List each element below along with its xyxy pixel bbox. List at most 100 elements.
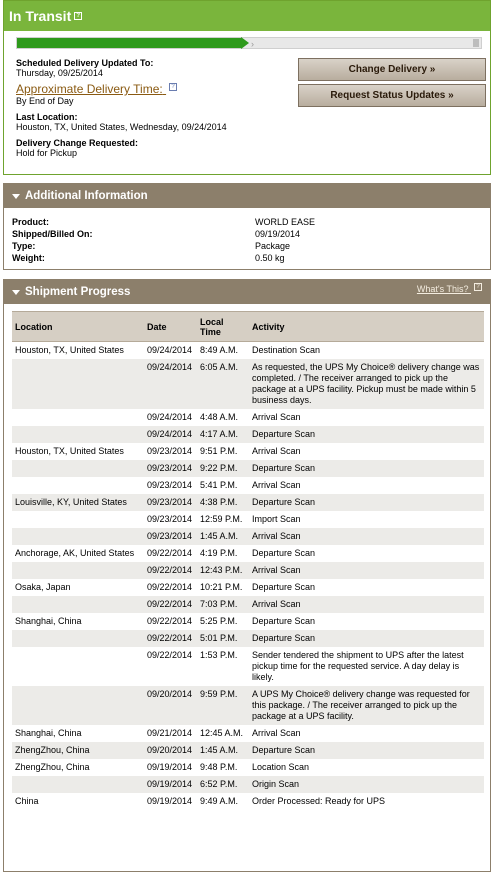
last-location-value: Houston, TX, United States, Wednesday, 0… xyxy=(16,122,227,132)
approximate-delivery-link[interactable]: Approximate Delivery Time: ? xyxy=(16,82,286,96)
local-time-cell: 4:38 P.M. xyxy=(197,494,249,511)
location-cell xyxy=(12,511,144,528)
location-cell xyxy=(12,528,144,545)
location-cell xyxy=(12,562,144,579)
local-time-cell: 8:49 A.M. xyxy=(200,345,239,355)
location-cell: Osaka, Japan xyxy=(15,582,71,592)
delivery-change-value: Hold for Pickup xyxy=(16,148,78,158)
activity-cell: Arrival Scan xyxy=(252,480,301,490)
activity-cell: Departure Scan xyxy=(252,548,316,558)
table-row: China 09/19/2014 9:49 A.M. Order Processed:… xyxy=(12,793,484,810)
table-row: 09/19/2014 6:52 P.M. Origin Scan xyxy=(12,776,484,793)
shipment-progress-rows: Houston, TX, United States 09/24/2014 8:49… xyxy=(12,342,484,811)
column-header-local-time: Local Time xyxy=(197,311,249,342)
location-cell xyxy=(12,409,144,426)
request-status-updates-button[interactable]: Request Status Updates » xyxy=(298,84,486,107)
info-icon[interactable]: ? xyxy=(169,83,178,91)
table-row: 09/20/2014 9:59 P.M. A UPS My Choice® deli… xyxy=(12,686,484,725)
location-cell: Houston, TX, United States xyxy=(15,446,124,456)
location-cell: Shanghai, China xyxy=(15,616,82,626)
table-row: Anchorage, AK, United States 09/22/2014 4:… xyxy=(12,545,484,562)
activity-cell: Arrival Scan xyxy=(252,412,301,422)
in-transit-panel: In Transit ? › Scheduled Delivery Update… xyxy=(3,0,491,175)
location-cell xyxy=(12,630,144,647)
date-cell: 09/19/2014 xyxy=(147,796,193,806)
additional-info-value: 0.50 kg xyxy=(255,253,285,263)
activity-cell: Departure Scan xyxy=(249,630,484,647)
last-location-label: Last Location: xyxy=(16,112,78,122)
activity-cell: Arrival Scan xyxy=(252,728,301,738)
date-cell: 09/19/2014 xyxy=(147,762,193,772)
info-icon[interactable]: ? xyxy=(474,283,482,291)
additional-info-row: Type: Package xyxy=(4,240,490,252)
table-row: Houston, TX, United States 09/23/2014 9:51… xyxy=(12,443,484,460)
scheduled-delivery-value: Thursday, 09/25/2014 xyxy=(16,68,103,78)
date-cell: 09/21/2014 xyxy=(147,728,193,738)
date-cell: 09/22/2014 xyxy=(147,548,193,558)
local-time-cell: 9:59 P.M. xyxy=(197,686,249,725)
table-row: 09/23/2014 12:59 P.M. Import Scan xyxy=(12,511,484,528)
local-time-cell: 12:45 A.M. xyxy=(200,728,244,738)
date-cell: 09/20/2014 xyxy=(144,686,197,725)
approximate-delivery-label[interactable]: Approximate Delivery Time: xyxy=(16,82,163,96)
additional-info-value: Package xyxy=(255,241,291,251)
location-cell: Shanghai, China xyxy=(15,728,82,738)
local-time-cell: 6:05 A.M. xyxy=(197,359,249,409)
approximate-delivery-value: By End of Day xyxy=(16,96,74,106)
date-cell: 09/19/2014 xyxy=(144,776,197,793)
table-row: Shanghai, China 09/22/2014 5:25 P.M. Depart… xyxy=(12,613,484,630)
local-time-cell: 7:03 P.M. xyxy=(197,596,249,613)
info-icon[interactable]: ? xyxy=(74,12,83,20)
date-cell: 09/23/2014 xyxy=(147,446,193,456)
additional-info-key: Product: xyxy=(12,217,49,227)
local-time-cell: 4:19 P.M. xyxy=(200,548,238,558)
activity-cell: Departure Scan xyxy=(249,426,484,443)
additional-information-panel: Additional Information Product: WORLD EAS… xyxy=(3,183,491,270)
activity-cell: Import Scan xyxy=(252,514,301,524)
table-row: 09/22/2014 5:01 P.M. Departure Scan xyxy=(12,630,484,647)
table-row: 09/24/2014 4:48 A.M. Arrival Scan xyxy=(12,409,484,426)
delivery-change-label: Delivery Change Requested: xyxy=(16,138,139,148)
additional-info-row: Product: WORLD EASE xyxy=(4,216,490,228)
activity-cell: Arrival Scan xyxy=(252,446,301,456)
activity-cell: Arrival Scan xyxy=(249,596,484,613)
additional-info-row: Shipped/Billed On: 09/19/2014 xyxy=(4,228,490,240)
activity-cell: As requested, the UPS My Choice® deliver… xyxy=(249,359,484,409)
location-cell xyxy=(12,426,144,443)
column-header-location: Location xyxy=(12,311,144,342)
date-cell: 09/22/2014 xyxy=(144,562,197,579)
collapse-triangle-icon xyxy=(12,193,20,199)
table-row: 09/22/2014 1:53 P.M. Sender tendered the s… xyxy=(12,647,484,686)
shipment-progress-header[interactable]: Shipment Progress What's This? ? xyxy=(4,280,490,304)
activity-cell: A UPS My Choice® delivery change was req… xyxy=(249,686,484,725)
table-row: ZhengZhou, China 09/19/2014 9:48 P.M. Locat… xyxy=(12,759,484,776)
change-delivery-button[interactable]: Change Delivery » xyxy=(298,58,486,81)
location-cell: Anchorage, AK, United States xyxy=(15,548,135,558)
activity-cell: Departure Scan xyxy=(249,494,484,511)
location-cell: Houston, TX, United States xyxy=(15,345,124,355)
location-cell xyxy=(12,596,144,613)
progress-end-marker xyxy=(473,39,479,47)
location-cell xyxy=(12,460,144,477)
table-row: Houston, TX, United States 09/24/2014 8:49… xyxy=(12,342,484,360)
additional-information-header[interactable]: Additional Information xyxy=(4,184,490,208)
whats-this-label[interactable]: What's This? xyxy=(417,284,469,294)
in-transit-header: In Transit ? xyxy=(4,1,490,31)
table-header-row: Location Date Local Time Activity xyxy=(12,311,484,342)
table-row: ZhengZhou, China 09/20/2014 1:45 A.M. Depar… xyxy=(12,742,484,759)
additional-info-key: Weight: xyxy=(12,253,45,263)
local-time-cell: 12:43 P.M. xyxy=(197,562,249,579)
local-time-cell: 4:48 A.M. xyxy=(200,412,239,422)
location-cell: China xyxy=(15,796,39,806)
delivery-progress-bar: › xyxy=(16,37,482,49)
local-time-cell: 1:53 P.M. xyxy=(200,650,238,660)
local-time-cell: 1:45 A.M. xyxy=(197,528,249,545)
additional-info-row: Weight: 0.50 kg xyxy=(4,252,490,264)
activity-cell: Arrival Scan xyxy=(249,562,484,579)
location-cell xyxy=(12,647,144,686)
local-time-cell: 6:52 P.M. xyxy=(197,776,249,793)
activity-cell: Departure Scan xyxy=(252,616,316,626)
date-cell: 09/24/2014 xyxy=(144,426,197,443)
whats-this-link[interactable]: What's This? ? xyxy=(417,283,482,294)
table-row: Shanghai, China 09/21/2014 12:45 A.M. Arriv… xyxy=(12,725,484,742)
